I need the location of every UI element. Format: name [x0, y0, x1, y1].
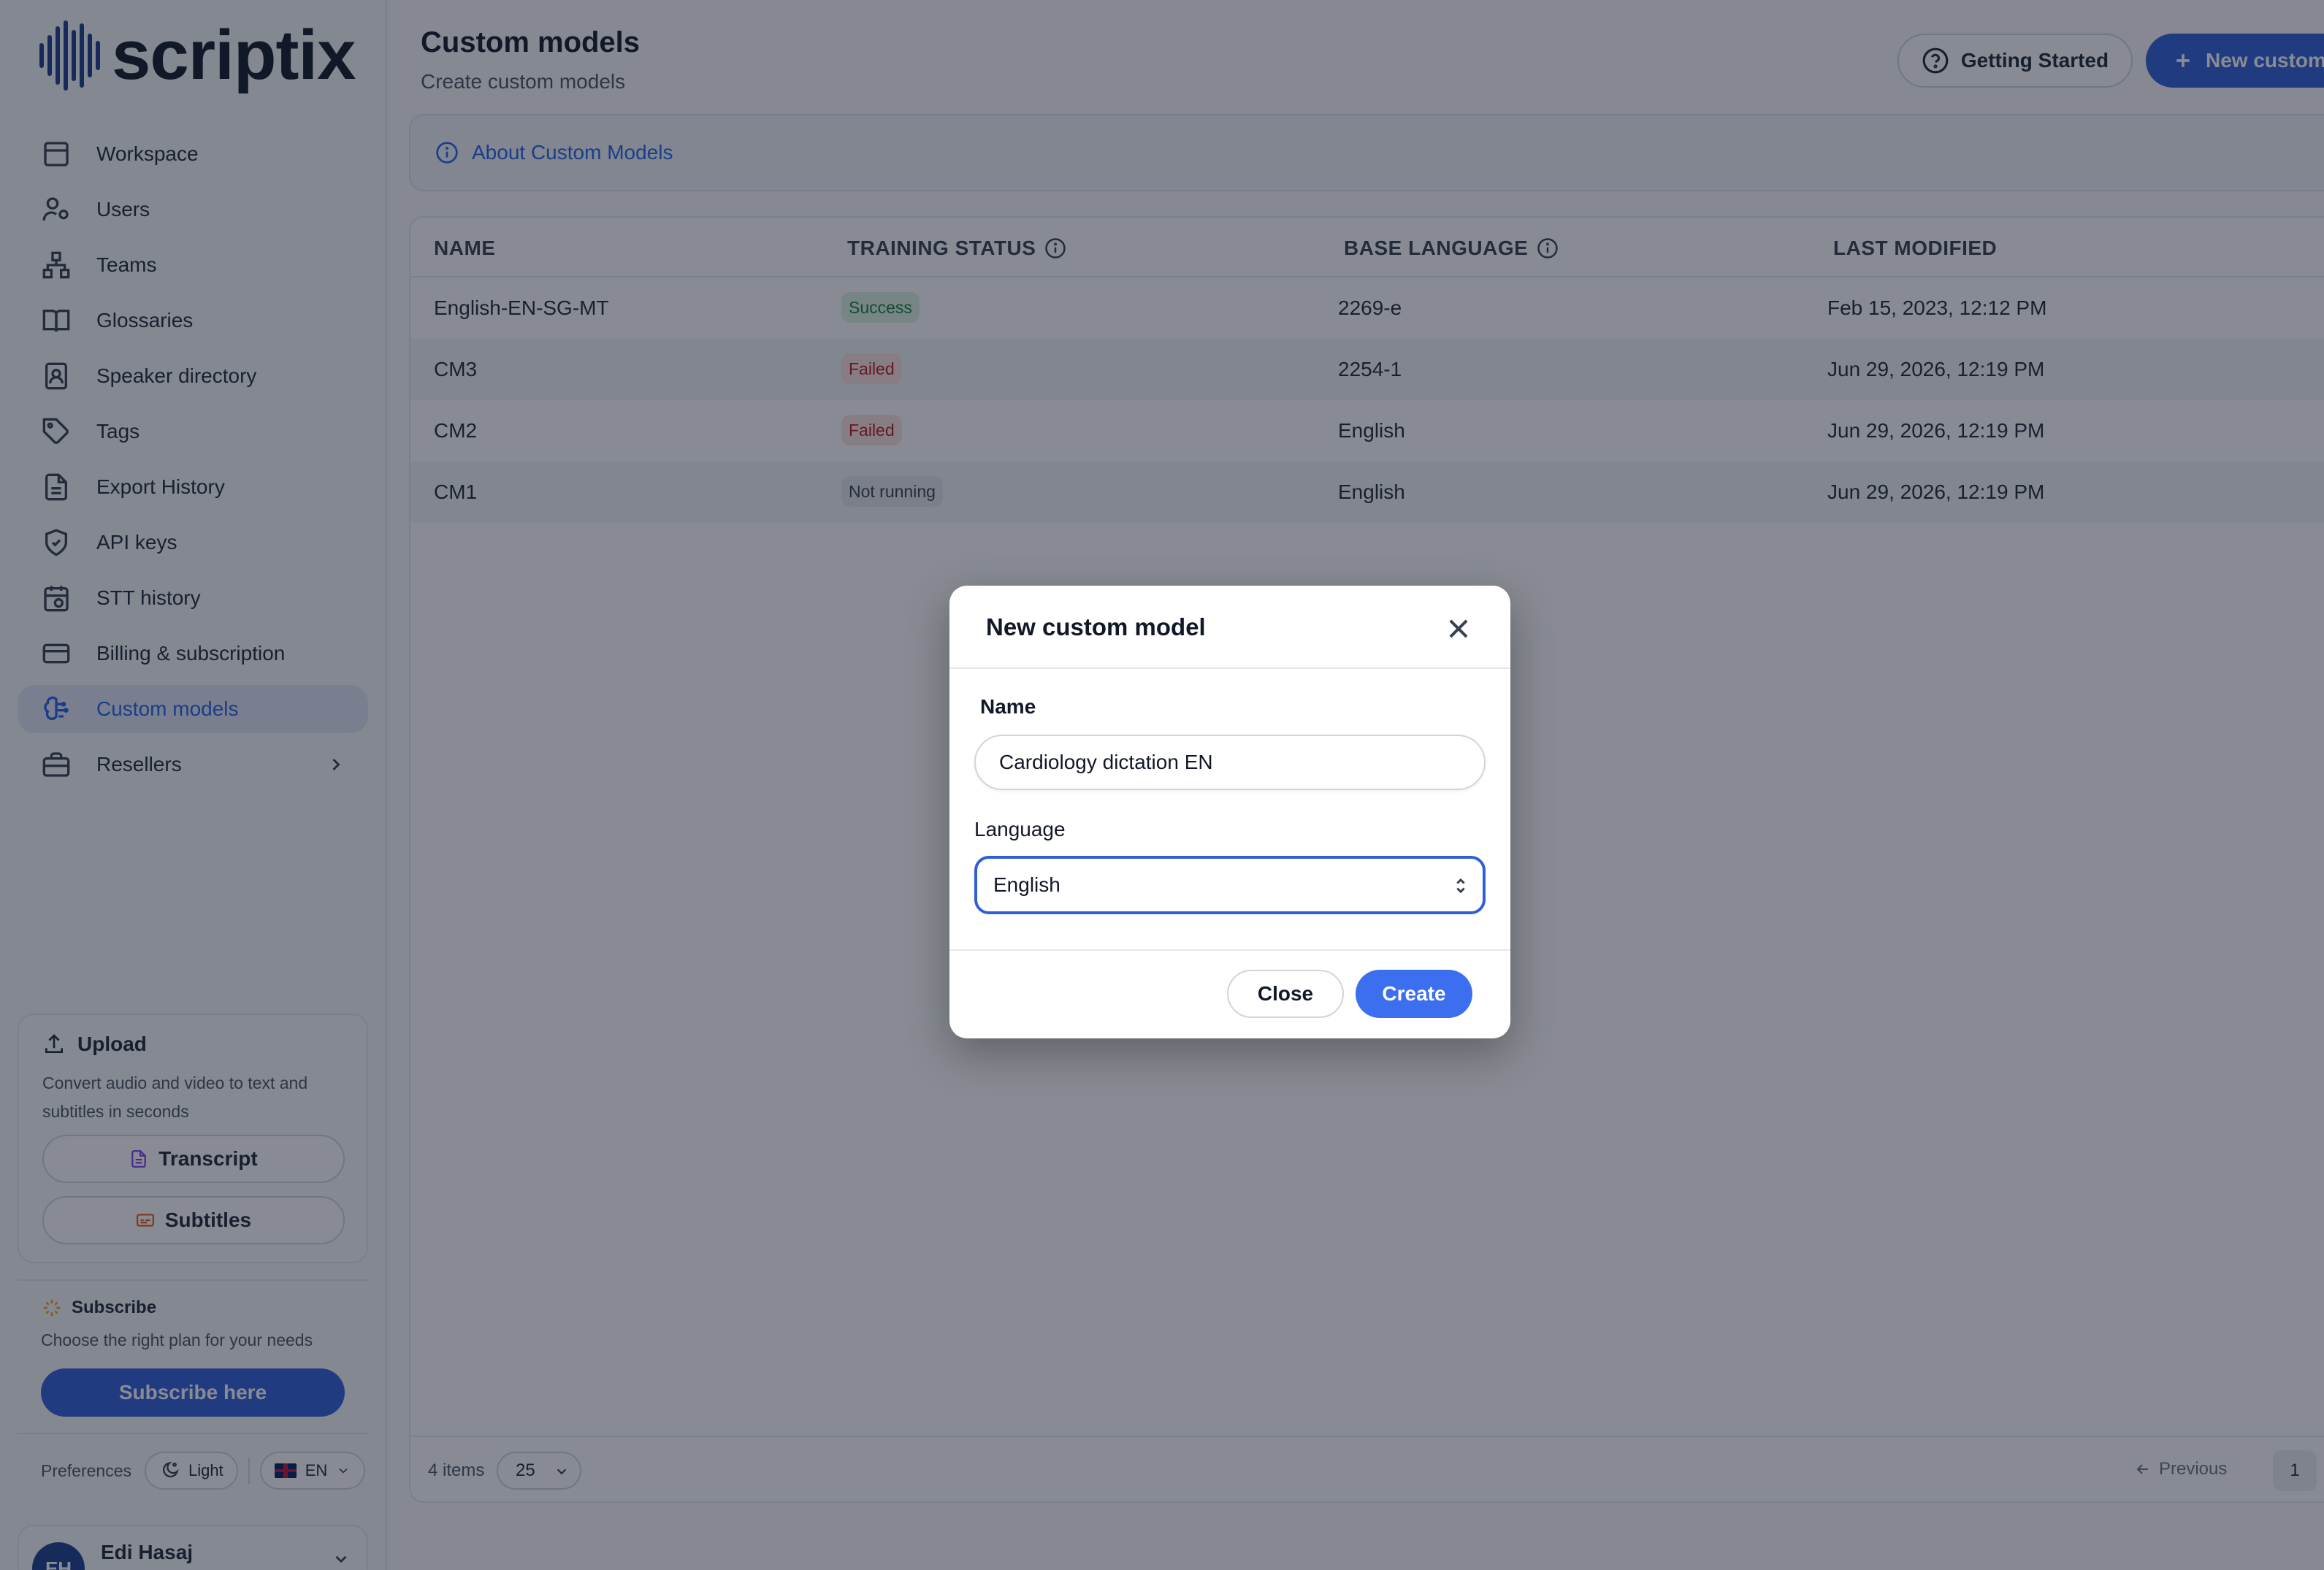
language-select-value: English: [993, 873, 1060, 896]
close-icon: [1449, 619, 1468, 638]
language-field-label: Language: [974, 818, 1066, 840]
chevron-up-down-icon: [1456, 878, 1465, 894]
dialog-header: New custom model: [949, 586, 1510, 669]
create-button[interactable]: Create: [1356, 970, 1472, 1018]
close-button[interactable]: Close: [1227, 970, 1344, 1018]
dialog-title: New custom model: [986, 613, 1206, 640]
new-custom-model-dialog: New custom model Name Language English C…: [949, 586, 1510, 1038]
dialog-footer: Close Create: [949, 949, 1510, 1038]
language-select[interactable]: English: [974, 856, 1486, 914]
dialog-close-button[interactable]: [1440, 610, 1477, 647]
name-field-label: Name: [980, 695, 1036, 718]
name-input[interactable]: [974, 735, 1486, 790]
